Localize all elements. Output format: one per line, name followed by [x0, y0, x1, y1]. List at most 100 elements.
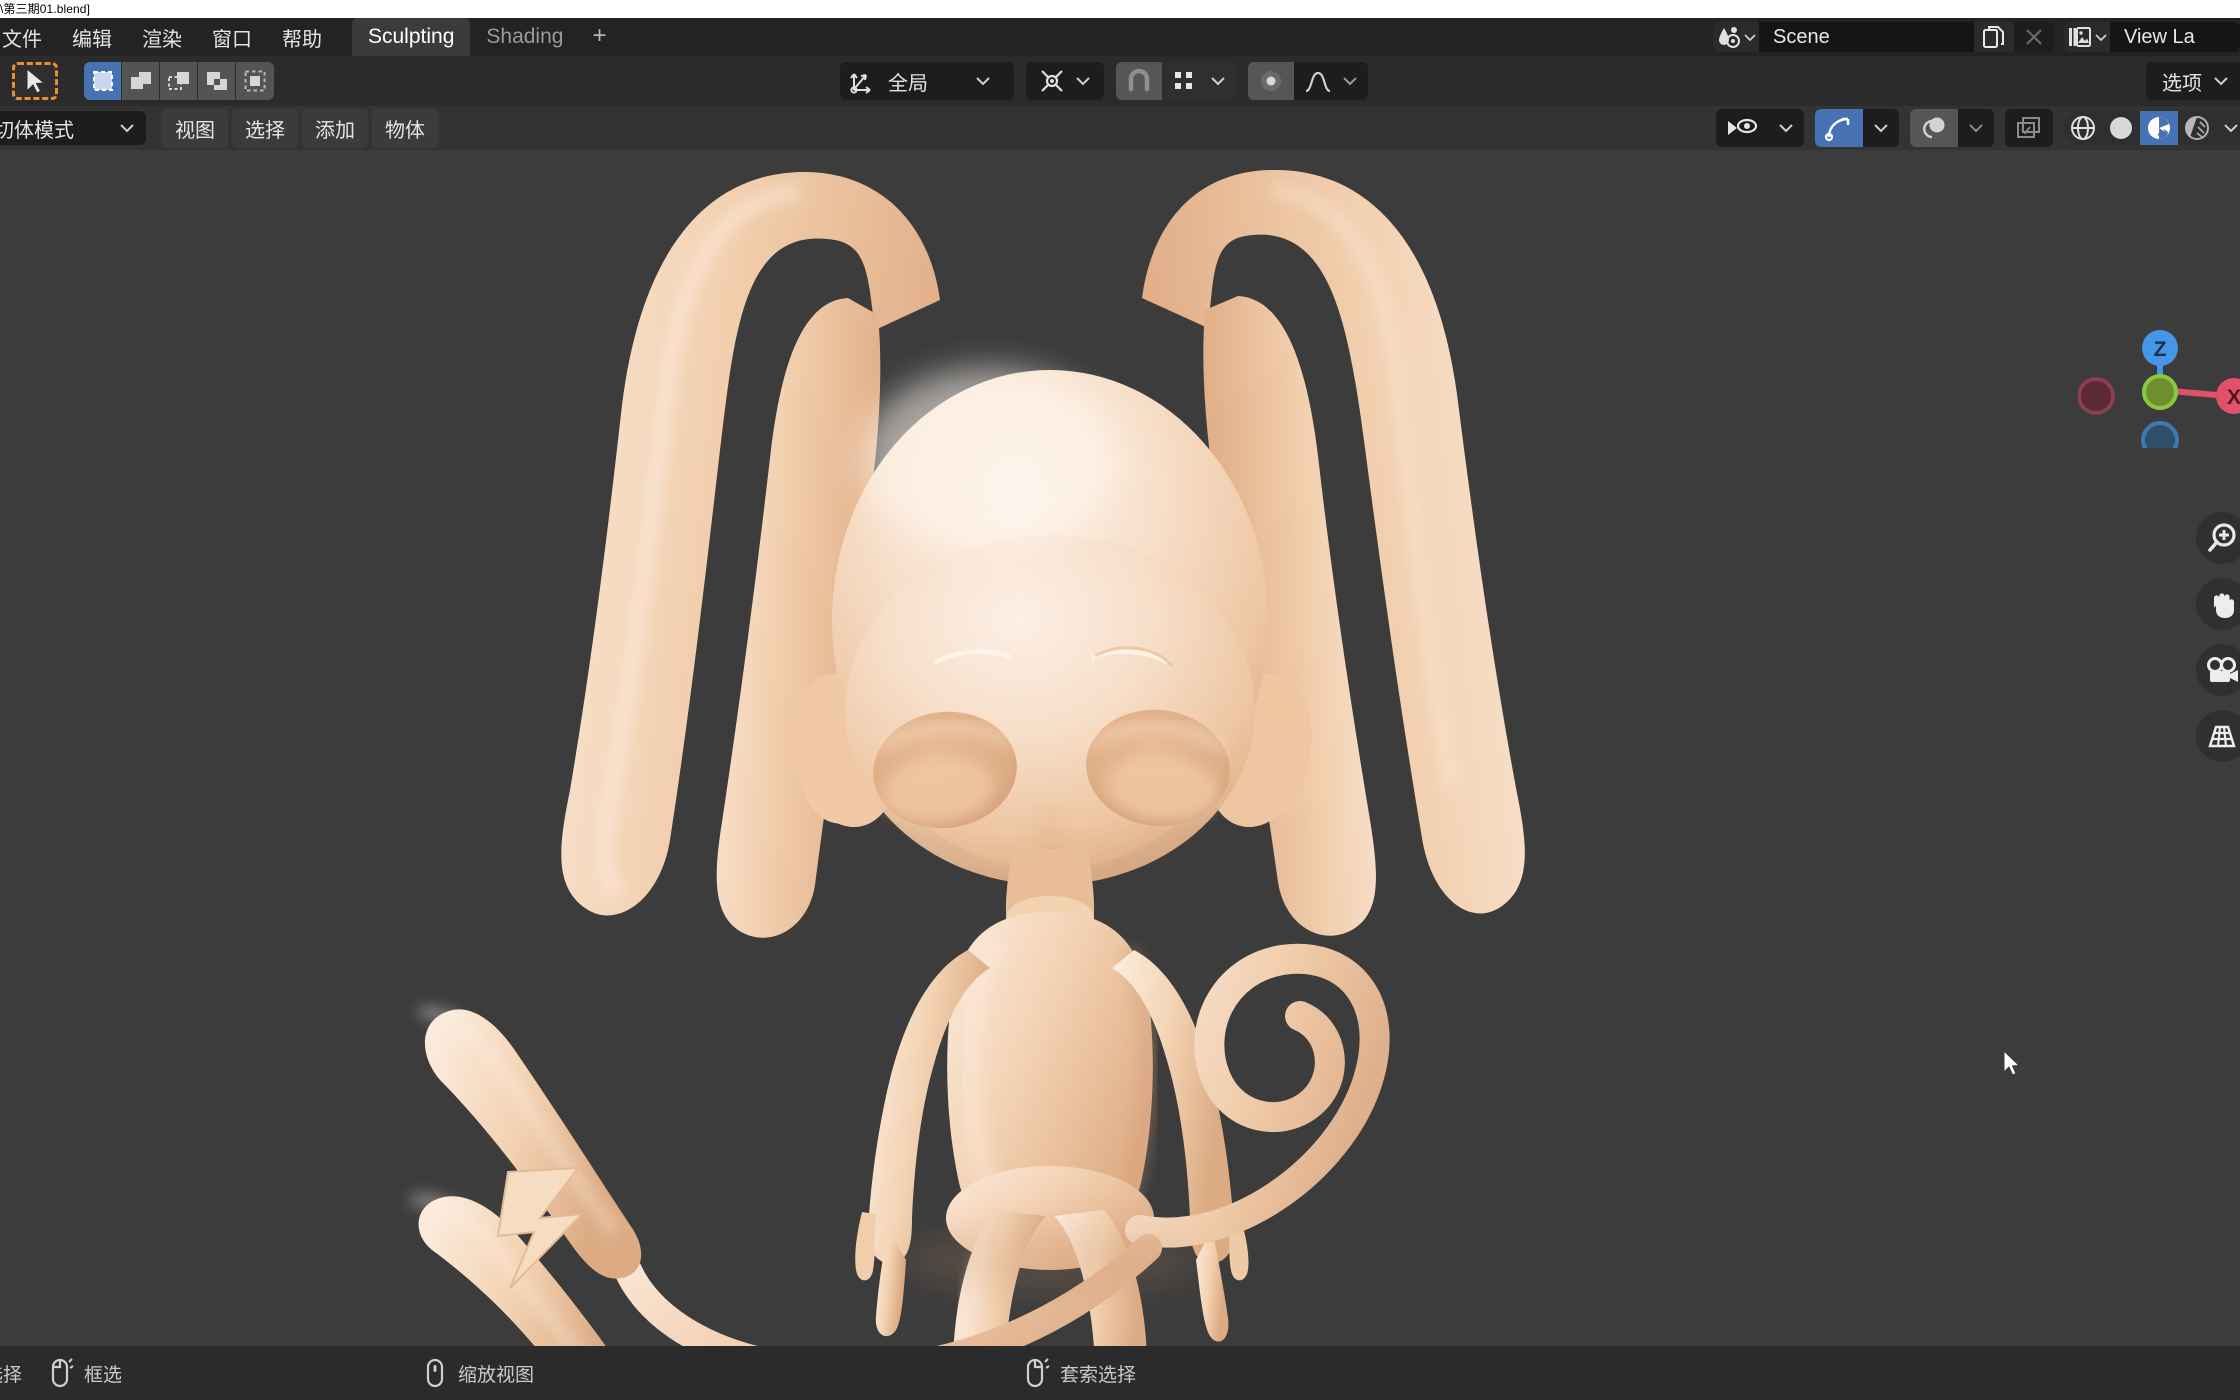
- tool-options-button[interactable]: 选项: [2146, 62, 2240, 100]
- shading-solid-button[interactable]: [2102, 111, 2140, 145]
- unlink-scene-button[interactable]: [2014, 22, 2054, 52]
- status-hint-box-select-label: 框选: [84, 1364, 123, 1386]
- snap-controls: [1116, 62, 1236, 100]
- scene-selector[interactable]: Scene: [1713, 22, 2054, 52]
- new-scene-button[interactable]: [1974, 22, 2014, 52]
- vp-menu-view[interactable]: 视图: [162, 108, 228, 148]
- window-title: \第三期01.blend]: [0, 2, 91, 16]
- vp-menu-object[interactable]: 物体: [372, 108, 438, 148]
- blender-application-window: \第三期01.blend] 文件 编辑 渲染 窗口 帮助 Sculpting S…: [0, 0, 2240, 1400]
- snap-toggle-button[interactable]: [1116, 62, 1162, 100]
- interaction-mode-label: 切体模式: [0, 119, 74, 142]
- select-mode-subtract[interactable]: [160, 62, 198, 100]
- scene-name[interactable]: Scene: [1759, 22, 1974, 52]
- gizmo-axis-z-negative: [2141, 421, 2179, 448]
- viewport-header-right-controls: [1716, 106, 2240, 150]
- transform-orientation-dropdown[interactable]: 全局: [840, 62, 1014, 100]
- chevron-down-icon: [1076, 77, 1090, 86]
- status-hint-box-select: 框选: [48, 1357, 122, 1389]
- add-workspace-button[interactable]: +: [579, 20, 619, 55]
- shading-mode-group: [2064, 111, 2240, 145]
- shading-wireframe-button[interactable]: [2064, 111, 2102, 145]
- viewport-header: 切体模式 视图 选择 添加 物体: [0, 106, 2240, 150]
- object-types-visibility-icon: [1728, 118, 1758, 135]
- navigation-gizmo[interactable]: Z X: [2078, 328, 2240, 448]
- status-hint-zoom-view-label: 缩放视图: [458, 1364, 535, 1386]
- snap-target-dropdown[interactable]: [1162, 62, 1236, 100]
- status-hint-select: 选择: [0, 1360, 22, 1387]
- object-visibility-dropdown[interactable]: [1768, 109, 1804, 147]
- object-types-visibility-button[interactable]: [1716, 109, 1768, 147]
- proportional-edit-controls: [1248, 62, 1368, 100]
- main-menu-bar: 文件 编辑 渲染 窗口 帮助: [0, 19, 336, 56]
- chevron-down-icon: [120, 124, 134, 133]
- falloff-smooth-icon: [1305, 71, 1331, 93]
- orientation-axes-icon: [850, 73, 871, 94]
- zoom-view-button[interactable]: [2196, 512, 2240, 564]
- pivot-point-dropdown[interactable]: [1026, 62, 1104, 100]
- pan-view-button[interactable]: [2196, 578, 2240, 630]
- select-mode-invert[interactable]: [198, 62, 236, 100]
- chevron-down-icon: [2224, 124, 2238, 133]
- chevron-down-icon: [1211, 77, 1225, 86]
- scene-icon[interactable]: [1713, 22, 1759, 52]
- transform-orientation-label: 全局: [888, 72, 928, 95]
- menu-help[interactable]: 帮助: [268, 19, 336, 56]
- chevron-down-icon: [2214, 77, 2228, 86]
- menu-render[interactable]: 渲染: [128, 19, 196, 56]
- chevron-down-icon: [976, 77, 990, 86]
- snap-grid-icon: [1175, 72, 1192, 89]
- view-layer-selector[interactable]: View La: [2064, 22, 2240, 52]
- menu-window[interactable]: 窗口: [198, 19, 266, 56]
- status-hint-zoom-view: 缩放视图: [422, 1357, 534, 1389]
- viewport-nav-buttons: [2196, 512, 2240, 776]
- vp-menu-select[interactable]: 选择: [232, 108, 298, 148]
- shading-material-button[interactable]: [2140, 111, 2178, 145]
- select-mode-extend[interactable]: [122, 62, 160, 100]
- active-tool-indicator[interactable]: [12, 62, 58, 100]
- solid-sphere-icon: [2110, 117, 2132, 139]
- menu-file[interactable]: 文件: [0, 19, 56, 56]
- overlays-toggle-button[interactable]: [1910, 109, 1958, 147]
- select-mode-group: [84, 62, 274, 100]
- xray-icon: [2017, 117, 2040, 138]
- mouse-middle-icon: [426, 1358, 444, 1388]
- shading-rendered-button[interactable]: [2178, 111, 2216, 145]
- status-hint-select-label: 选择: [0, 1364, 23, 1386]
- gizmo-toggle-button[interactable]: [1815, 109, 1863, 147]
- gizmo-icon: [1824, 117, 1850, 142]
- transform-settings-group: 全局: [840, 56, 1368, 106]
- xray-toggle-button[interactable]: [2005, 109, 2053, 147]
- view-layer-name[interactable]: View La: [2110, 22, 2240, 52]
- toggle-orthographic-button[interactable]: [2196, 710, 2240, 762]
- view-layer-icon[interactable]: [2064, 22, 2110, 52]
- os-title-bar: \第三期01.blend]: [0, 0, 2240, 18]
- chevron-down-icon: [1874, 124, 1888, 133]
- interaction-mode-dropdown[interactable]: 切体模式: [0, 111, 146, 145]
- gizmo-dropdown[interactable]: [1863, 109, 1899, 147]
- overlays-dropdown[interactable]: [1958, 109, 1994, 147]
- tool-settings-bar: 全局 选项: [0, 56, 2240, 106]
- 3d-viewport[interactable]: Z X: [0, 150, 2240, 1346]
- hand-icon: [2213, 593, 2234, 618]
- tab-sculpting[interactable]: Sculpting: [352, 17, 471, 57]
- magnifier-plus-icon: [2208, 523, 2236, 552]
- proportional-edit-toggle[interactable]: [1248, 62, 1294, 100]
- top-bar: 文件 编辑 渲染 窗口 帮助 Sculpting Shading + Scene…: [0, 17, 2240, 57]
- object-visibility-controls: [1716, 109, 1804, 147]
- shading-dropdown[interactable]: [2216, 111, 2240, 145]
- vp-menu-add[interactable]: 添加: [302, 108, 368, 148]
- tab-shading[interactable]: Shading: [470, 18, 579, 57]
- viewport-menu-bar: 视图 选择 添加 物体: [162, 108, 438, 148]
- select-mode-intersect[interactable]: [236, 62, 274, 100]
- chibi-character-model: [0, 150, 2240, 1346]
- proportional-falloff-dropdown[interactable]: [1294, 62, 1368, 100]
- overlays-icon: [1923, 117, 1945, 139]
- tool-options-label: 选项: [2162, 72, 2202, 95]
- gizmo-label-x: X: [2227, 386, 2240, 409]
- camera-view-button[interactable]: [2196, 644, 2240, 696]
- pivot-median-icon: [1041, 70, 1063, 92]
- mouse-cursor: [2003, 1050, 2025, 1080]
- menu-edit[interactable]: 编辑: [58, 19, 126, 56]
- select-mode-set[interactable]: [84, 62, 122, 100]
